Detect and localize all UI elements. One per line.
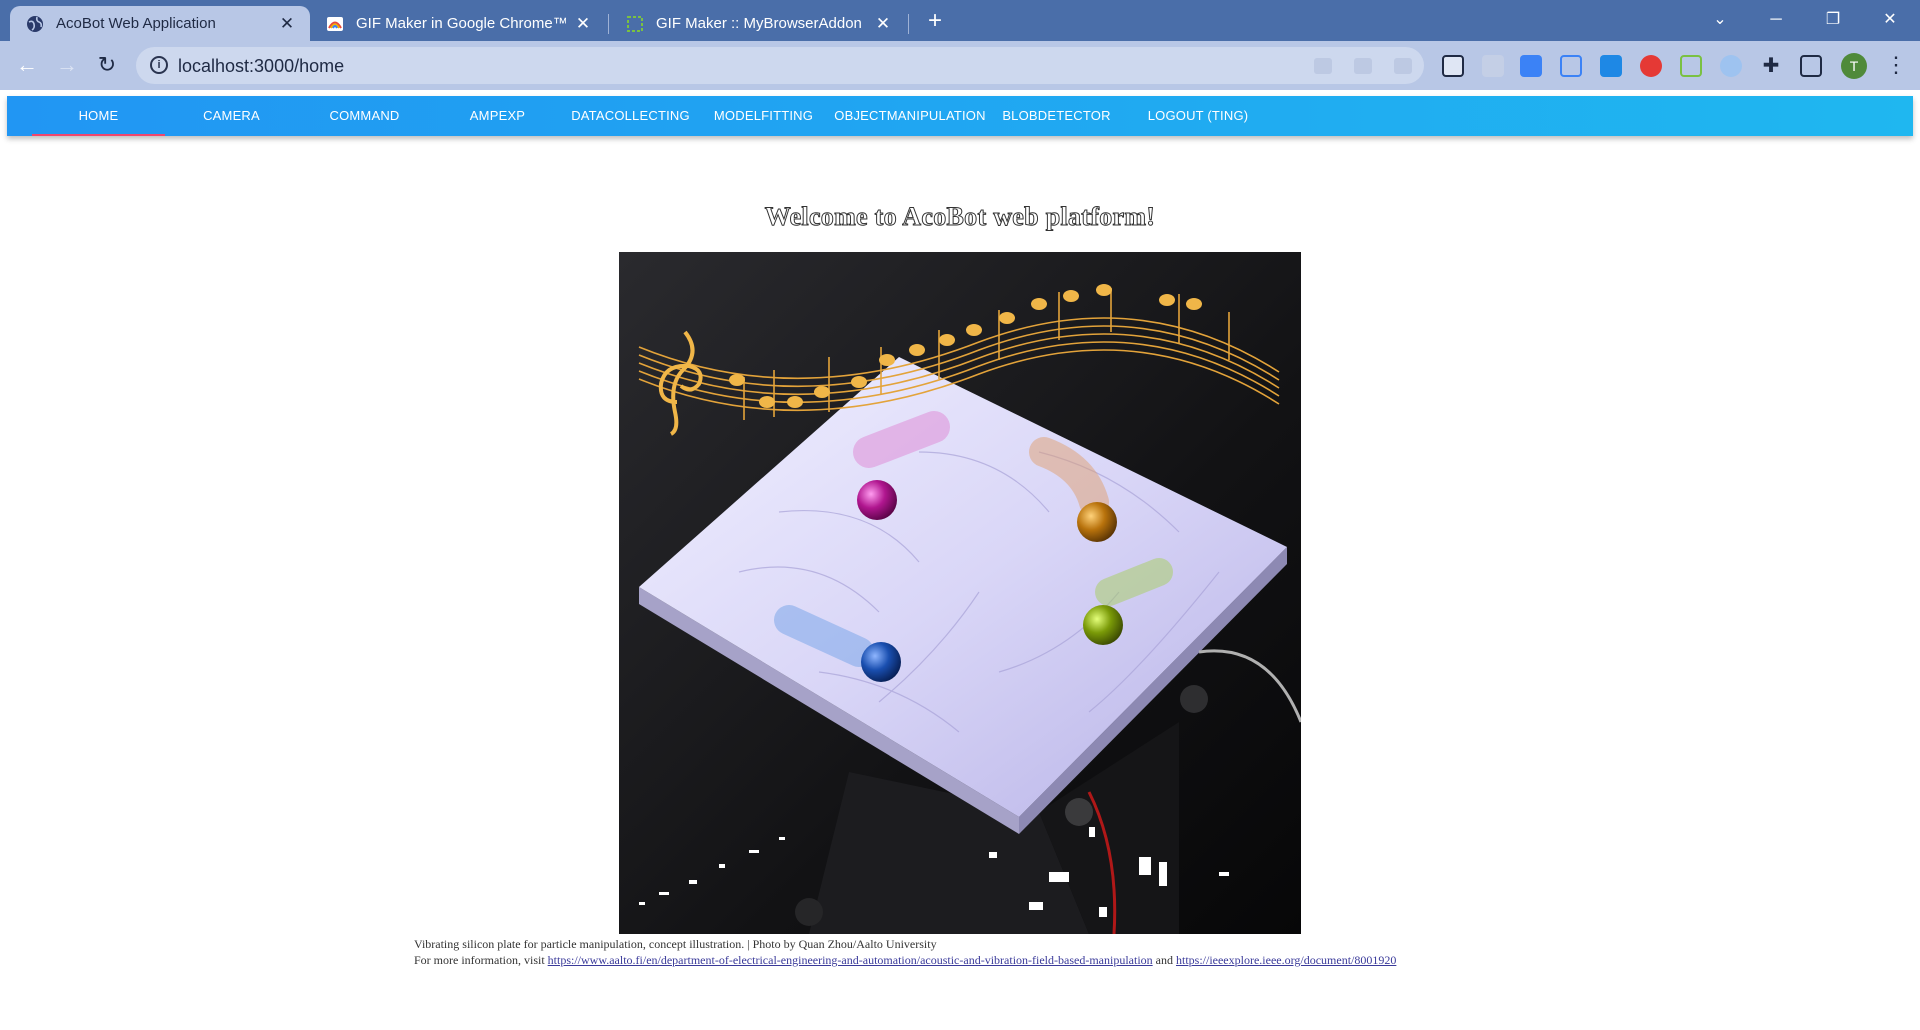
extension-icon[interactable]	[1442, 55, 1464, 77]
new-tab-button[interactable]: +	[922, 9, 948, 35]
extensions-puzzle-icon[interactable]: ✚	[1760, 55, 1782, 77]
nav-item-camera[interactable]: CAMERA	[165, 96, 298, 136]
tab-gif-maker-chrome[interactable]: GIF Maker in Google Chrome™ - ✕	[310, 6, 606, 41]
caption-line-1: Vibrating silicon plate for particle man…	[414, 937, 937, 951]
nav-item-datacollecting[interactable]: DATACOLLECTING	[564, 96, 697, 136]
install-icon[interactable]	[1314, 58, 1332, 74]
back-icon[interactable]: ←	[11, 49, 43, 81]
minimize-button[interactable]: ─	[1756, 6, 1796, 34]
tab-separator	[908, 14, 909, 34]
translate-icon[interactable]	[1520, 55, 1542, 77]
aalto-link[interactable]: https://www.aalto.fi/en/department-of-el…	[548, 953, 1153, 967]
profile-avatar[interactable]: T	[1841, 53, 1867, 79]
gif-maker-extension-icon[interactable]	[1680, 55, 1702, 77]
browser-toolbar: ← → ↻ i localhost:3000/home ✚ T ⋮	[0, 41, 1920, 90]
hero-image	[619, 252, 1301, 934]
page-title: Welcome to AcoBot web platform!	[764, 202, 1156, 232]
bookmark-star-icon[interactable]	[1394, 58, 1412, 74]
app-nav-bar: HOME CAMERA COMMAND AMPEXP DATACOLLECTIN…	[7, 96, 1913, 136]
tab-title: AcoBot Web Application	[56, 15, 216, 32]
nav-item-ampexp[interactable]: AMPEXP	[431, 96, 564, 136]
side-panel-icon[interactable]	[1800, 55, 1822, 77]
screenshot-icon[interactable]	[1560, 55, 1582, 77]
tab-acobot[interactable]: AcoBot Web Application ✕	[10, 6, 310, 41]
site-info-icon[interactable]: i	[150, 56, 168, 74]
close-icon[interactable]: ✕	[278, 14, 296, 33]
caption-line-2: For more information, visit https://www.…	[414, 952, 1396, 968]
nav-item-modelfitting[interactable]: MODELFITTING	[697, 96, 830, 136]
addon-icon	[627, 15, 643, 32]
caption-and: and	[1155, 953, 1173, 967]
browser-tab-strip: AcoBot Web Application ✕ GIF Maker in Go…	[0, 0, 1920, 41]
tab-title: GIF Maker :: MyBrowserAddon	[656, 15, 862, 32]
close-window-button[interactable]: ✕	[1870, 6, 1910, 34]
tab-separator	[608, 14, 609, 34]
ieee-link[interactable]: https://ieeexplore.ieee.org/document/800…	[1176, 953, 1396, 967]
close-icon[interactable]: ✕	[874, 14, 892, 33]
close-icon[interactable]: ✕	[574, 14, 592, 33]
extension-icon[interactable]	[1720, 55, 1742, 77]
caption-prefix: For more information, visit	[414, 953, 545, 967]
nav-item-logout[interactable]: LOGOUT (TING)	[1123, 96, 1273, 136]
nav-item-command[interactable]: COMMAND	[298, 96, 431, 136]
restore-button[interactable]: ❐	[1813, 6, 1853, 34]
extension-icon[interactable]	[1482, 55, 1504, 77]
extension-icon[interactable]	[1600, 55, 1622, 77]
nav-item-objectmanipulation[interactable]: OBJECTMANIPULATION	[830, 96, 990, 136]
menu-icon[interactable]: ⋮	[1885, 51, 1907, 79]
gif-maker-icon	[327, 16, 343, 31]
forward-icon[interactable]: →	[51, 49, 83, 81]
nav-item-blobdetector[interactable]: BLOBDETECTOR	[990, 96, 1123, 136]
nav-item-home[interactable]: HOME	[32, 96, 165, 136]
url-text: localhost:3000/home	[178, 56, 345, 76]
tab-gif-maker-addon[interactable]: GIF Maker :: MyBrowserAddon ✕	[610, 6, 906, 41]
extension-icon[interactable]	[1640, 55, 1662, 77]
globe-icon	[27, 15, 43, 32]
reload-icon[interactable]: ↻	[91, 49, 123, 81]
tab-title: GIF Maker in Google Chrome™ -	[356, 15, 566, 32]
address-bar[interactable]: i localhost:3000/home	[136, 47, 1424, 84]
tab-search-icon[interactable]: ⌄	[1700, 6, 1740, 34]
image-caption: Vibrating silicon plate for particle man…	[414, 936, 1396, 968]
share-icon[interactable]	[1354, 58, 1372, 74]
